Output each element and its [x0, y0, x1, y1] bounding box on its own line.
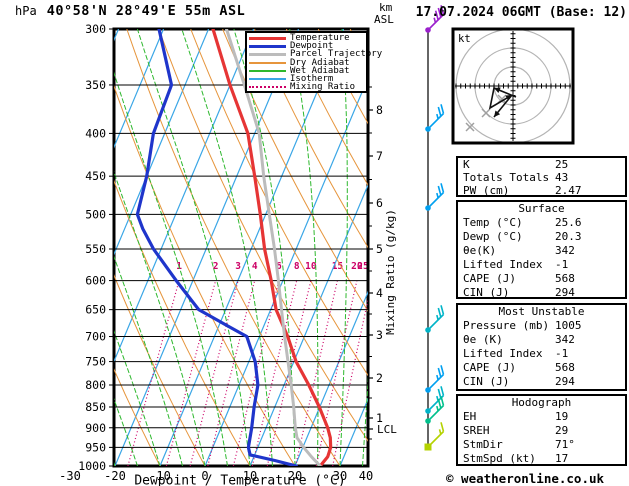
chart-legend: Temperature Dewpoint Parcel Trajectory Dry … — [245, 31, 382, 93]
stat-row: CIN (J) 294 — [463, 375, 575, 388]
svg-text:2: 2 — [213, 261, 219, 272]
svg-text:850: 850 — [85, 400, 106, 414]
hodograph-unit-label: kt — [458, 33, 471, 45]
svg-text:600: 600 — [85, 274, 106, 288]
legend-line-sample — [249, 36, 286, 40]
lcl-label: LCL — [377, 423, 397, 436]
stat-row: Lifted Index -1 — [463, 258, 569, 271]
svg-text:750: 750 — [85, 355, 106, 369]
svg-text:4: 4 — [252, 261, 258, 272]
legend-line-sample — [249, 78, 286, 81]
legend-line-sample — [249, 61, 286, 64]
mixing-ratio-axis-title: Mixing Ratio (g/kg) — [384, 209, 397, 335]
svg-text:8: 8 — [376, 103, 383, 117]
stat-row: PW (cm) 2.47 — [463, 184, 582, 197]
surface-panel: Surface Temp (°C) 25.6 Dewp (°C) 20.3 θe(K… — [456, 200, 627, 299]
svg-text:-30: -30 — [59, 469, 81, 483]
svg-text:350: 350 — [85, 78, 106, 92]
x-axis-title: Dewpoint / Temperature (°C) — [134, 474, 345, 486]
svg-text:1000: 1000 — [78, 459, 106, 473]
temp-axis-labels: -30 -20 -10 0 10 20 30 40Dewpoint / Temperature… — [59, 469, 373, 486]
wind-barb-column — [424, 5, 445, 451]
legend-line-sample — [249, 52, 286, 56]
mixing-ratio-labels: 1 2 3 4 6 8 10 15 2025 — [176, 261, 369, 272]
stat-row: Temp (°C) 25.6 — [463, 216, 582, 229]
svg-text:7: 7 — [376, 149, 383, 163]
stat-row: Lifted Index -1 — [463, 347, 569, 360]
svg-text:950: 950 — [85, 440, 106, 454]
most-unstable-panel: Most Unstable Pressure (mb) 1005 θe (K) 34… — [456, 303, 627, 391]
skewt-sounding-page: 1 2 3 4 6 8 10 15 20 25 300 350 400 450 500 550 600 650 70… — [0, 0, 629, 486]
stat-row: CIN (J) 294 — [463, 286, 575, 299]
svg-text:900: 900 — [85, 421, 106, 435]
stat-row: Pressure (mb) 1005 — [463, 319, 582, 332]
station-title: 40°58'N 28°49'E 55m ASL — [46, 3, 246, 19]
svg-text:450: 450 — [85, 169, 106, 183]
km-axis: 87654321LCLMixing Ratio (g/kg) — [368, 86, 397, 440]
svg-text:40: 40 — [359, 469, 373, 483]
stat-row: SREH 29 — [463, 424, 569, 437]
most-unstable-title: Most Unstable — [498, 305, 585, 318]
stat-row: CAPE (J) 568 — [463, 272, 575, 285]
svg-text:3: 3 — [235, 261, 241, 272]
stat-row: K 25 — [463, 158, 569, 171]
svg-text:5: 5 — [376, 242, 383, 256]
legend-label: Mixing Ratio — [290, 82, 356, 93]
svg-text:-20: -20 — [104, 469, 126, 483]
pressure-axis-unit: hPa — [15, 4, 37, 18]
svg-text:400: 400 — [85, 126, 106, 140]
svg-text:550: 550 — [85, 242, 106, 256]
legend-item: Mixing Ratio — [249, 82, 366, 93]
hodograph-stats-title: Hodograph — [511, 396, 572, 409]
temperature-curve — [211, 29, 333, 466]
svg-text:8: 8 — [294, 261, 300, 272]
wet-adiabats — [114, 29, 368, 466]
svg-text:300: 300 — [85, 22, 106, 36]
svg-text:800: 800 — [85, 378, 106, 392]
altitude-axis-unit: km ASL — [374, 2, 394, 26]
svg-text:3: 3 — [376, 328, 383, 342]
stat-row: θe (K) 342 — [463, 333, 575, 346]
run-datetime: 17.07.2024 06GMT (Base: 12) — [415, 5, 627, 20]
svg-text:2: 2 — [376, 371, 383, 385]
legend-line-sample — [249, 86, 286, 89]
copyright: © weatheronline.co.uk — [446, 471, 605, 486]
legend-line-sample — [249, 44, 286, 48]
wind-barb — [424, 422, 445, 451]
svg-text:700: 700 — [85, 330, 106, 344]
stat-row: CAPE (J) 568 — [463, 361, 575, 374]
pressure-axis-labels: 300 350 400 450 500 550 600 650 700 750 800 850 900 9… — [78, 22, 114, 473]
parcel-trajectory-curve — [225, 29, 322, 466]
stat-row: θe(K) 342 — [463, 244, 575, 257]
svg-text:6: 6 — [376, 196, 383, 210]
stat-row: StmDir 71° — [463, 438, 575, 451]
svg-text:4: 4 — [376, 286, 383, 300]
stat-row: EH 19 — [463, 410, 569, 423]
hodograph-stats-panel: Hodograph EH 19 SREH 29 StmDir 71° StmSpd (… — [456, 394, 627, 466]
stat-row: Totals Totals 43 — [463, 171, 569, 184]
svg-text:650: 650 — [85, 303, 106, 317]
legend-line-sample — [249, 69, 286, 72]
indices-summary-panel: K 25 Totals Totals 43 PW (cm) 2.47 — [456, 156, 627, 197]
svg-text:500: 500 — [85, 207, 106, 221]
stat-row: StmSpd (kt) 17 — [463, 452, 569, 465]
stat-row: Dewp (°C) 20.3 — [463, 230, 582, 243]
altitude-unit-asl: ASL — [374, 13, 394, 26]
surface-panel-title: Surface — [518, 202, 565, 215]
hodograph: kt — [451, 27, 575, 145]
